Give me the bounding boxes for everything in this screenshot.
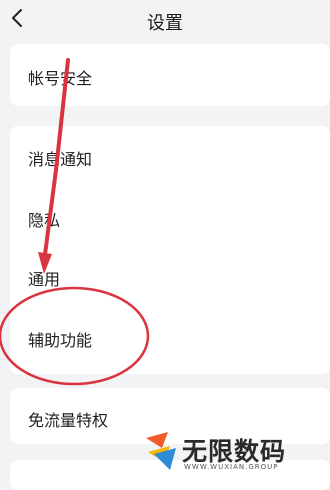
logo-url: WWW.WUXIAN.GROUP	[184, 463, 279, 471]
menu-item-free-data[interactable]: 免流量特权	[28, 407, 108, 431]
menu-item-accessibility[interactable]: 辅助功能	[28, 327, 92, 351]
account-card: 帐号安全	[10, 44, 330, 106]
menu-item-general[interactable]: 通用	[28, 266, 60, 290]
menu-item-privacy[interactable]: 隐私	[28, 207, 60, 231]
watermark-logo: 无限数码 WWW.WUXIAN.GROUP	[144, 430, 324, 474]
logo-icon	[146, 432, 176, 470]
settings-group-card: 消息通知 隐私 通用 辅助功能	[10, 126, 330, 374]
menu-item-account-security[interactable]: 帐号安全	[28, 65, 92, 89]
menu-item-notifications[interactable]: 消息通知	[28, 146, 92, 170]
page-title: 设置	[147, 13, 183, 34]
navigation-bar: 设置	[0, 0, 330, 40]
